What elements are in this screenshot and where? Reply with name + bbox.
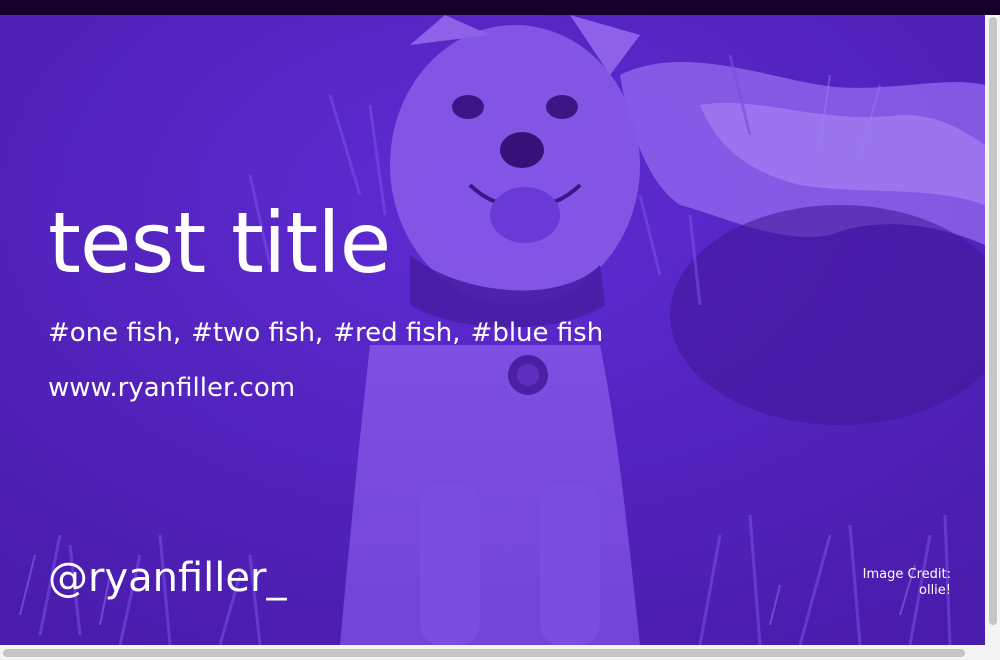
tag-blue-fish: #blue fish [470, 318, 604, 348]
top-bar [0, 0, 1000, 15]
image-credit: Image Credit: ollie! [863, 567, 951, 598]
tag-two-fish: #two fish, [191, 318, 324, 348]
twitter-handle: @ryanfiller_ [48, 555, 287, 601]
tag-one-fish: #one fish, [48, 318, 182, 348]
tag-red-fish: #red fish, [333, 318, 461, 348]
social-card: test title #one fish, #two fish, #red fi… [0, 15, 985, 645]
tag-list: #one fish, #two fish, #red fish, #blue f… [48, 318, 603, 348]
horizontal-scrollbar-thumb[interactable] [3, 649, 965, 657]
card-title: test title [48, 194, 391, 292]
image-credit-name: ollie! [919, 582, 951, 598]
image-credit-label: Image Credit: [862, 567, 951, 582]
site-url: www.ryanfiller.com [48, 373, 296, 403]
vertical-scrollbar-thumb[interactable] [989, 17, 997, 625]
